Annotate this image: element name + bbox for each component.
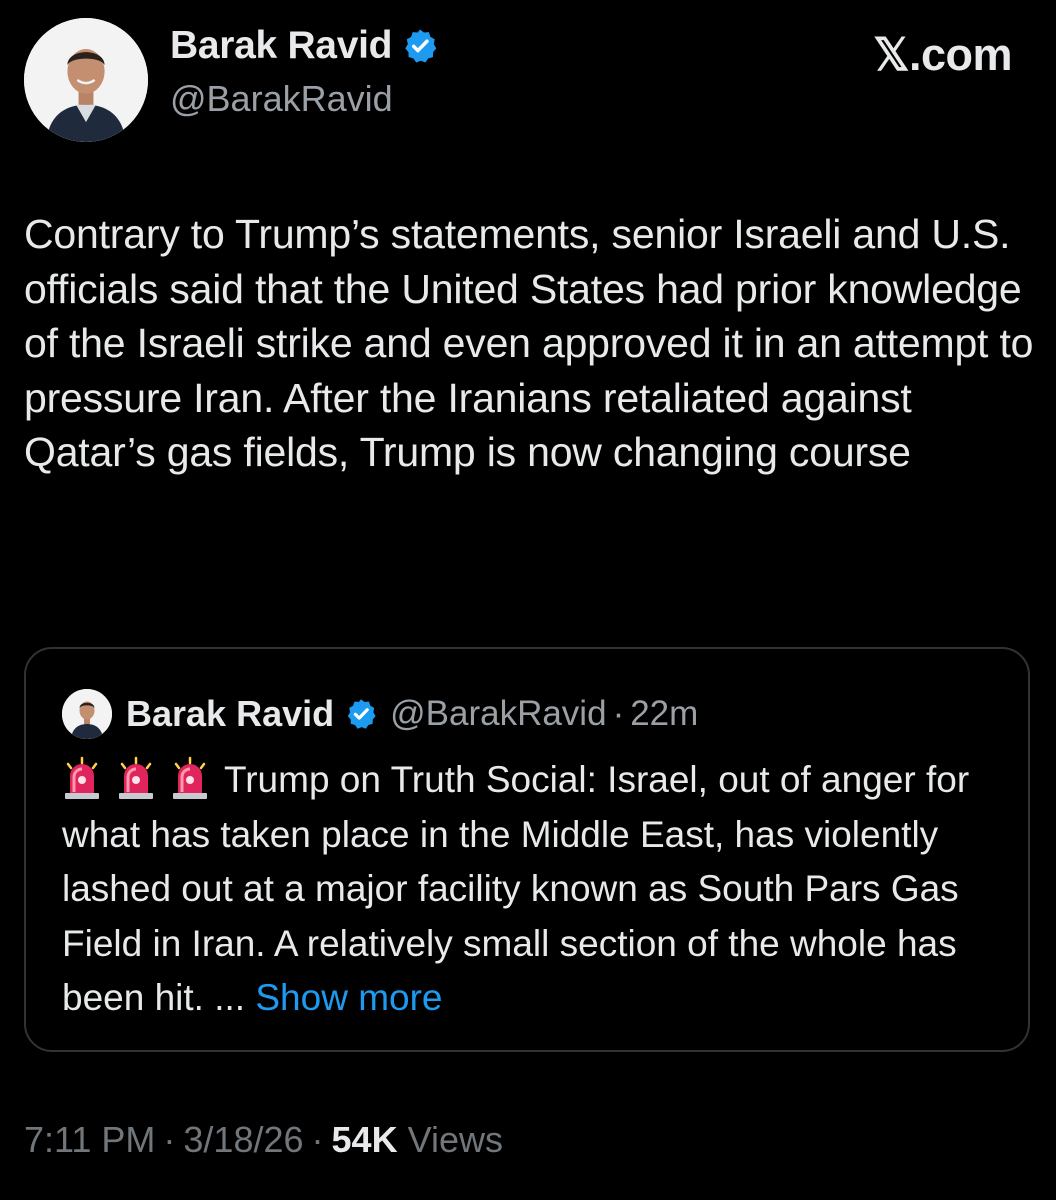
quoted-timestamp[interactable]: 22m bbox=[630, 694, 698, 734]
tweet-meta: 7:11 PM · 3/18/26 · 54K Views bbox=[24, 1119, 503, 1161]
x-logo-watermark: 𝕏.com bbox=[873, 29, 1012, 80]
tweet: Barak Ravid @BarakRavid 𝕏.com Contrary t… bbox=[0, 0, 1056, 1200]
meta-separator: · bbox=[163, 1119, 176, 1160]
verified-badge-icon[interactable] bbox=[401, 27, 439, 65]
views-label: Views bbox=[407, 1119, 503, 1160]
quoted-tweet-header: Barak Ravid @BarakRavid · 22m bbox=[62, 689, 698, 739]
tweet-text: Contrary to Trump’s statements, senior I… bbox=[24, 211, 1034, 475]
quoted-tweet-text: Trump on Truth Social: Israel, out of an… bbox=[62, 753, 1012, 1026]
views-count: 54K bbox=[331, 1119, 398, 1160]
quoted-author-avatar[interactable] bbox=[62, 689, 112, 739]
quoted-meta-separator: · bbox=[612, 694, 625, 733]
tweet-date[interactable]: 3/18/26 bbox=[183, 1119, 303, 1160]
siren-icon bbox=[170, 756, 210, 800]
tweet-time[interactable]: 7:11 PM bbox=[24, 1119, 155, 1160]
siren-icon bbox=[62, 756, 102, 800]
author-name-row: Barak Ravid bbox=[170, 22, 439, 70]
show-more-link[interactable]: Show more bbox=[255, 977, 442, 1018]
meta-separator: · bbox=[311, 1119, 324, 1160]
quoted-author-display-name[interactable]: Barak Ravid bbox=[126, 693, 334, 735]
quoted-tweet-card[interactable]: Barak Ravid @BarakRavid · 22m Trump on T… bbox=[24, 647, 1030, 1052]
author-handle[interactable]: @BarakRavid bbox=[170, 78, 393, 120]
siren-icon bbox=[116, 756, 156, 800]
quoted-author-handle[interactable]: @BarakRavid bbox=[390, 694, 606, 734]
avatar-image bbox=[24, 18, 148, 142]
author-display-name[interactable]: Barak Ravid bbox=[170, 24, 392, 68]
author-avatar[interactable] bbox=[24, 18, 148, 142]
quoted-verified-badge-icon bbox=[344, 697, 378, 731]
